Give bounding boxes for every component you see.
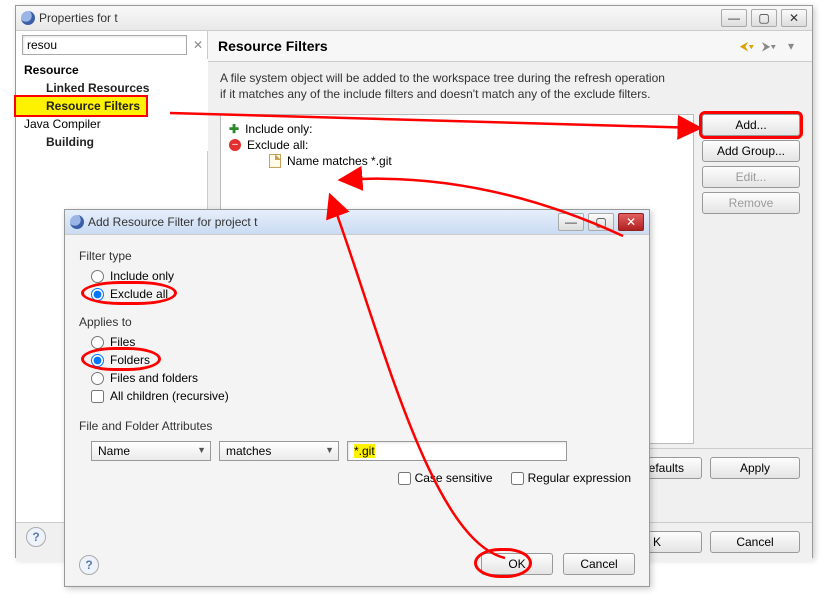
attribute-field-select[interactable]: Name [91, 441, 211, 461]
include-only-radio[interactable]: Include only [79, 267, 635, 285]
maximize-button[interactable]: ▢ [751, 9, 777, 27]
plus-icon: ✚ [229, 122, 239, 136]
apply-button[interactable]: Apply [710, 457, 800, 479]
tree-item-building[interactable]: Building [16, 133, 208, 151]
description-line1: A file system object will be added to th… [220, 70, 800, 86]
description-line2: if it matches any of the include filters… [220, 86, 800, 102]
dialog-cancel-button[interactable]: Cancel [563, 553, 635, 575]
exclude-all-label: Exclude all: [247, 138, 308, 152]
attribute-value-input[interactable]: *.git [347, 441, 567, 461]
regex-checkbox[interactable]: Regular expression [511, 471, 631, 485]
eclipse-icon [70, 215, 84, 229]
window-title: Properties for t [39, 11, 717, 25]
attributes-label: File and Folder Attributes [79, 419, 635, 433]
dialog-maximize-button[interactable]: ▢ [588, 213, 614, 231]
dialog-close-button[interactable]: ✕ [618, 213, 644, 231]
minimize-button[interactable]: — [721, 9, 747, 27]
help-icon[interactable]: ? [26, 527, 46, 547]
attribute-op-select[interactable]: matches [219, 441, 339, 461]
minus-icon: – [229, 139, 241, 151]
exclude-all-radio[interactable]: Exclude all [79, 285, 635, 303]
file-icon [269, 154, 281, 168]
remove-button: Remove [702, 192, 800, 214]
tree-item-resource-filters[interactable]: Resource Filters [16, 97, 146, 115]
all-children-checkbox[interactable]: All children (recursive) [79, 387, 635, 405]
files-radio[interactable]: Files [79, 333, 635, 351]
add-button[interactable]: Add... [702, 114, 800, 136]
folders-radio[interactable]: Folders [79, 351, 635, 369]
filter-rule-label: Name matches *.git [287, 154, 392, 168]
tree-item-linked-resources[interactable]: Linked Resources [16, 79, 208, 97]
eclipse-icon [21, 11, 35, 25]
tree-item-java-compiler[interactable]: Java Compiler [16, 115, 208, 133]
dialog-help-icon[interactable]: ? [79, 555, 99, 575]
files-and-folders-radio[interactable]: Files and folders [79, 369, 635, 387]
dialog-minimize-button[interactable]: — [558, 213, 584, 231]
dialog-title: Add Resource Filter for project t [88, 215, 554, 229]
include-only-label: Include only: [245, 122, 312, 136]
tree-filter-input[interactable] [22, 35, 187, 55]
cancel-main-button[interactable]: Cancel [710, 531, 800, 553]
forward-icon[interactable]: ⮞▾ [758, 37, 780, 55]
edit-button: Edit... [702, 166, 800, 188]
tree-item-resource[interactable]: Resource [16, 61, 208, 79]
case-sensitive-checkbox[interactable]: Case sensitive [398, 471, 493, 485]
add-group-button[interactable]: Add Group... [702, 140, 800, 162]
menu-icon[interactable]: ▾ [780, 37, 802, 55]
page-title: Resource Filters [218, 38, 736, 54]
back-icon[interactable]: ⮜▾ [736, 37, 758, 55]
filter-type-label: Filter type [79, 249, 635, 263]
clear-filter-icon[interactable]: ✕ [193, 37, 203, 53]
dialog-ok-button[interactable]: OK [481, 553, 553, 575]
close-button[interactable]: ✕ [781, 9, 807, 27]
applies-to-label: Applies to [79, 315, 635, 329]
